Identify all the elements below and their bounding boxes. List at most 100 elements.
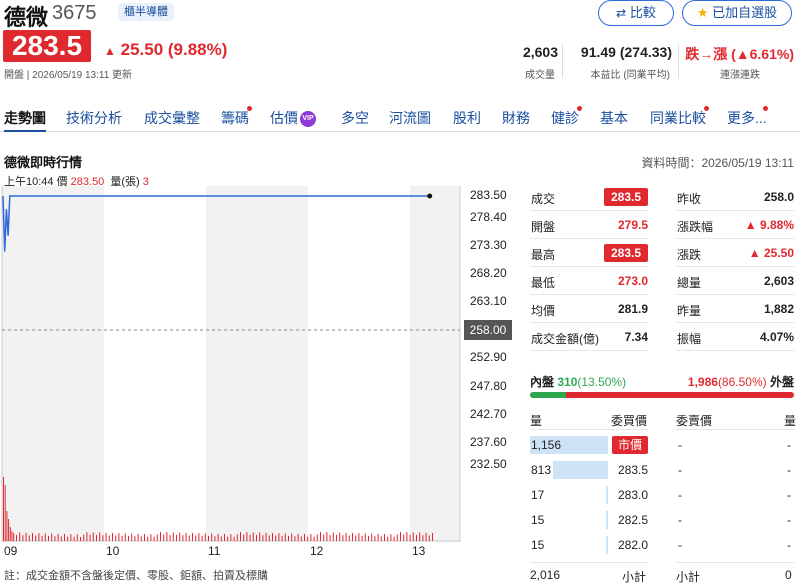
volume-bar xyxy=(361,535,363,541)
price-change-value: 25.50 (9.88%) xyxy=(120,40,228,59)
volume-bar xyxy=(249,534,251,541)
volume-bar xyxy=(278,533,280,541)
volume-bar xyxy=(364,533,366,541)
volume-bar xyxy=(60,536,62,541)
ask-qty: - xyxy=(787,513,791,527)
volume-bar xyxy=(233,536,235,541)
volume-bar xyxy=(112,533,113,541)
volume-bar xyxy=(400,532,401,541)
tab-bar: 走勢圖 技術分析 成交彙整 籌碼 估價 VIP 多空 河流圖 股利 財務 健診 基… xyxy=(0,104,800,132)
quote-label: 漲跌幅 xyxy=(677,220,714,234)
tab-basic[interactable]: 基本 xyxy=(600,104,628,132)
intraday-chart[interactable] xyxy=(0,186,462,542)
orderbook-divider xyxy=(676,429,794,430)
quote-label: 昨收 xyxy=(677,192,702,206)
volume-bar xyxy=(425,532,427,541)
y-tick-label: 237.60 xyxy=(470,435,507,449)
quote-row-divider xyxy=(530,294,648,295)
quote-row-divider xyxy=(676,238,794,239)
orderbook-header-bid-price: 委買價 xyxy=(611,414,648,428)
volume-bar xyxy=(259,532,261,541)
volume-bar xyxy=(6,511,8,541)
quote-label: 總量 xyxy=(677,276,702,290)
volume-bar xyxy=(380,536,382,541)
tab-technical[interactable]: 技術分析 xyxy=(66,104,122,132)
volume-bar xyxy=(211,533,213,541)
quote-row-divider xyxy=(676,350,794,351)
quote-row-divider xyxy=(530,210,648,211)
outer-pct: (86.50%) xyxy=(717,375,767,389)
tab-chips[interactable]: 籌碼 xyxy=(221,104,249,132)
tab-more[interactable]: 更多... xyxy=(727,104,767,132)
tab-health[interactable]: 健診 xyxy=(551,104,579,132)
y-tick-label: 278.40 xyxy=(470,210,507,224)
volume-bar xyxy=(262,535,264,541)
tab-peer-compare[interactable]: 同業比較 xyxy=(650,104,706,132)
tab-trade-summary[interactable]: 成交彙整 xyxy=(144,104,200,132)
volume-bar xyxy=(185,532,187,541)
volume-bar xyxy=(313,536,315,541)
outer-label: 外盤 xyxy=(769,375,794,389)
volume-bar xyxy=(150,534,152,541)
chart-band xyxy=(410,186,460,542)
tab-long-short[interactable]: 多空 xyxy=(341,104,369,132)
reference-price-tag: 258.00 xyxy=(464,320,512,340)
volume-bar xyxy=(163,534,165,541)
stat-volume-label: 成交量 xyxy=(525,70,555,81)
y-tick-label: 232.50 xyxy=(470,457,507,471)
volume-bar xyxy=(374,536,376,541)
volume-bar xyxy=(377,533,379,541)
ask-price: - xyxy=(678,538,682,552)
volume-bar xyxy=(406,532,408,541)
quote-value: ▲ 25.50 xyxy=(748,246,794,260)
inner-bar-fill xyxy=(530,392,566,398)
bid-qty: 1,156 xyxy=(531,438,562,452)
volume-bar xyxy=(230,534,232,541)
tab-trend[interactable]: 走勢圖 xyxy=(4,104,46,132)
tab-valuation[interactable]: 估價 VIP xyxy=(270,104,316,132)
compare-icon: ⇄ xyxy=(616,6,627,20)
bid-price: 283.5 xyxy=(617,463,648,477)
bid-total: 2,016 xyxy=(530,568,561,582)
volume-bar xyxy=(320,532,321,541)
compare-button[interactable]: ⇄ 比較 xyxy=(598,0,674,26)
tab-river-chart[interactable]: 河流圖 xyxy=(389,104,431,132)
quote-value: 273.0 xyxy=(617,274,648,288)
volume-bar xyxy=(316,534,318,541)
inner-pct: (13.50%) xyxy=(577,375,627,389)
volume-bar xyxy=(44,533,46,541)
volume-bar xyxy=(198,533,200,541)
volume-bar xyxy=(118,533,120,541)
volume-bar xyxy=(220,536,222,541)
tab-dividend[interactable]: 股利 xyxy=(453,104,481,132)
quote-value-badge: 283.5 xyxy=(604,188,648,206)
data-time: 資料時間：2026/05/19 13:11 xyxy=(641,156,794,170)
volume-bar xyxy=(396,534,398,541)
volume-bar xyxy=(137,533,139,541)
volume-bar xyxy=(272,533,273,541)
notification-dot xyxy=(704,106,709,111)
volume-bar xyxy=(384,534,385,541)
volume-bar xyxy=(428,535,430,541)
volume-bar xyxy=(99,532,101,541)
add-watchlist-button[interactable]: ★ 已加自選股 xyxy=(682,0,792,26)
bid-qty: 15 xyxy=(531,513,545,527)
ask-price: - xyxy=(678,488,682,502)
volume-bar xyxy=(92,532,94,541)
orderbook-header-ask-qty: 量 xyxy=(784,414,797,428)
volume-bar xyxy=(355,535,357,541)
footnote: 註：成交金額不含盤後定價、零股、鉅額、拍賣及標購 xyxy=(4,570,268,582)
x-tick-label: 11 xyxy=(208,544,221,558)
volume-bar xyxy=(67,536,69,541)
volume-bar xyxy=(108,535,110,541)
y-tick-label: 263.10 xyxy=(470,294,507,308)
tab-financial[interactable]: 財務 xyxy=(502,104,530,132)
volume-bar xyxy=(102,535,104,541)
volume-bar xyxy=(51,533,53,541)
quote-label: 成交金額(億) xyxy=(531,332,599,346)
volume-bar xyxy=(83,534,85,541)
volume-bar xyxy=(214,536,216,541)
industry-tag[interactable]: 櫃半導體 xyxy=(118,3,174,21)
volume-bar xyxy=(64,534,65,541)
volume-bar xyxy=(432,533,433,541)
